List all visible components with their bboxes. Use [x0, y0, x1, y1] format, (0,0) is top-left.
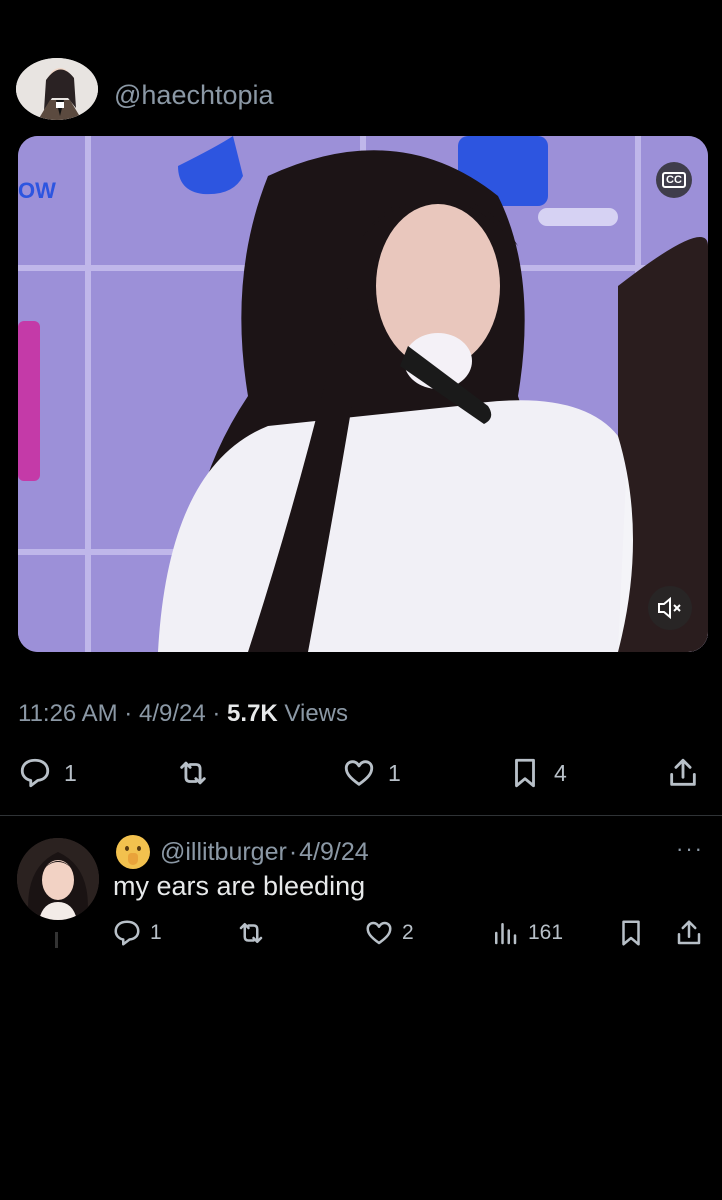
bookmark-icon	[622, 920, 640, 946]
heart-icon	[344, 760, 374, 786]
more-options-button[interactable]: ···	[676, 836, 704, 862]
reply-handle[interactable]: @illitburger	[160, 838, 287, 867]
shushing-face-emoji-icon	[116, 835, 150, 869]
divider	[0, 815, 722, 816]
reply-header: @illitburger · 4/9/24	[116, 835, 369, 869]
reply-reply-button[interactable]: 1	[112, 918, 162, 948]
reply-icon	[114, 920, 140, 946]
tweet-action-bar: 1 1 4	[18, 756, 704, 796]
views-chart-icon	[495, 923, 517, 945]
bookmark-icon	[515, 758, 535, 788]
thread-line	[55, 932, 58, 948]
reply-action-bar: 1 2 161	[112, 918, 708, 954]
tweet-time[interactable]: 11:26 AM	[18, 700, 118, 727]
author-handle[interactable]: @haechtopia	[114, 80, 274, 111]
reply-share-button[interactable]	[674, 918, 704, 948]
retweet-icon	[180, 761, 206, 785]
reply-bookmark-button[interactable]	[616, 918, 646, 948]
reply-views-button[interactable]: 161	[490, 918, 563, 948]
reply-date[interactable]: 4/9/24	[299, 838, 369, 867]
svg-text:OW: OW	[18, 178, 56, 203]
like-button[interactable]: 1	[342, 756, 401, 790]
heart-icon	[366, 921, 392, 945]
share-icon	[677, 920, 701, 945]
reply-text: my ears are bleeding	[113, 871, 366, 901]
reply-author-avatar[interactable]	[17, 838, 99, 920]
share-icon	[670, 758, 696, 786]
reply-like-button[interactable]: 2	[364, 918, 414, 948]
tweet-date[interactable]: 4/9/24	[139, 700, 206, 727]
reply-button[interactable]: 1	[18, 756, 77, 790]
retweet-icon	[239, 923, 263, 943]
closed-captions-button[interactable]: CC	[656, 162, 692, 198]
reply-icon	[20, 758, 50, 788]
retweet-button[interactable]	[176, 756, 222, 790]
bookmark-button[interactable]: 4	[508, 756, 567, 790]
video-player[interactable]: OW CC	[18, 136, 708, 652]
share-button[interactable]	[666, 756, 700, 790]
speaker-muted-icon	[658, 597, 681, 619]
views-count: 5.7K	[227, 700, 278, 727]
mute-button[interactable]	[648, 586, 692, 630]
views-label: Views	[284, 700, 349, 727]
tweet-meta: 11:26 AM · 4/9/24 · 5.7K Views	[18, 700, 349, 727]
video-frame: OW	[18, 136, 708, 652]
author-avatar[interactable]	[16, 58, 98, 120]
reply-retweet-button[interactable]	[236, 918, 274, 948]
